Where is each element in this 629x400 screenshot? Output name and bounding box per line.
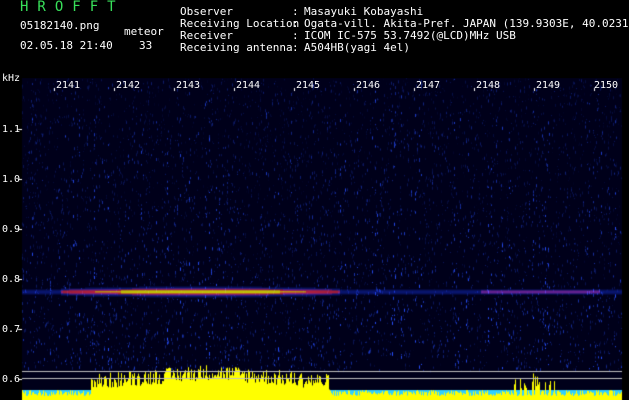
x-tick-label: 2149 bbox=[536, 80, 561, 91]
y-axis-unit: kHz bbox=[2, 73, 21, 84]
x-tick-label: 2148 bbox=[476, 80, 501, 91]
y-tick-label: 0.6 bbox=[2, 374, 21, 385]
x-tick-label: 2146 bbox=[356, 80, 381, 91]
x-tick-label: 2142 bbox=[116, 80, 141, 91]
x-tick-label: 2150 bbox=[594, 80, 619, 91]
y-tick-label: 1.1 bbox=[2, 124, 21, 135]
y-tick-label: 0.7 bbox=[2, 324, 21, 335]
y-tick-label: 0.9 bbox=[2, 224, 21, 235]
antenna-sep: : bbox=[292, 41, 299, 54]
meteor-label: meteor bbox=[124, 25, 164, 38]
antenna-value: A504HB(yagi 4el) bbox=[304, 41, 410, 54]
antenna-label: Receiving antenna bbox=[180, 41, 293, 54]
x-tick-label: 2141 bbox=[56, 80, 81, 91]
header-panel: HROFFT 05182140.png 02.05.18 21:40 meteo… bbox=[0, 0, 629, 78]
y-tick-label: 0.8 bbox=[2, 274, 21, 285]
y-tick-label: 1.0 bbox=[2, 174, 21, 185]
app-title: HROFFT bbox=[20, 0, 125, 15]
meteor-count: 33 bbox=[139, 39, 153, 52]
x-tick-label: 2144 bbox=[236, 80, 261, 91]
x-tick-label: 2145 bbox=[296, 80, 321, 91]
file-name: 05182140.png bbox=[20, 19, 100, 32]
x-tick-label: 2143 bbox=[176, 80, 201, 91]
x-tick-label: 2147 bbox=[416, 80, 441, 91]
date-time: 02.05.18 21:40 bbox=[20, 39, 113, 52]
